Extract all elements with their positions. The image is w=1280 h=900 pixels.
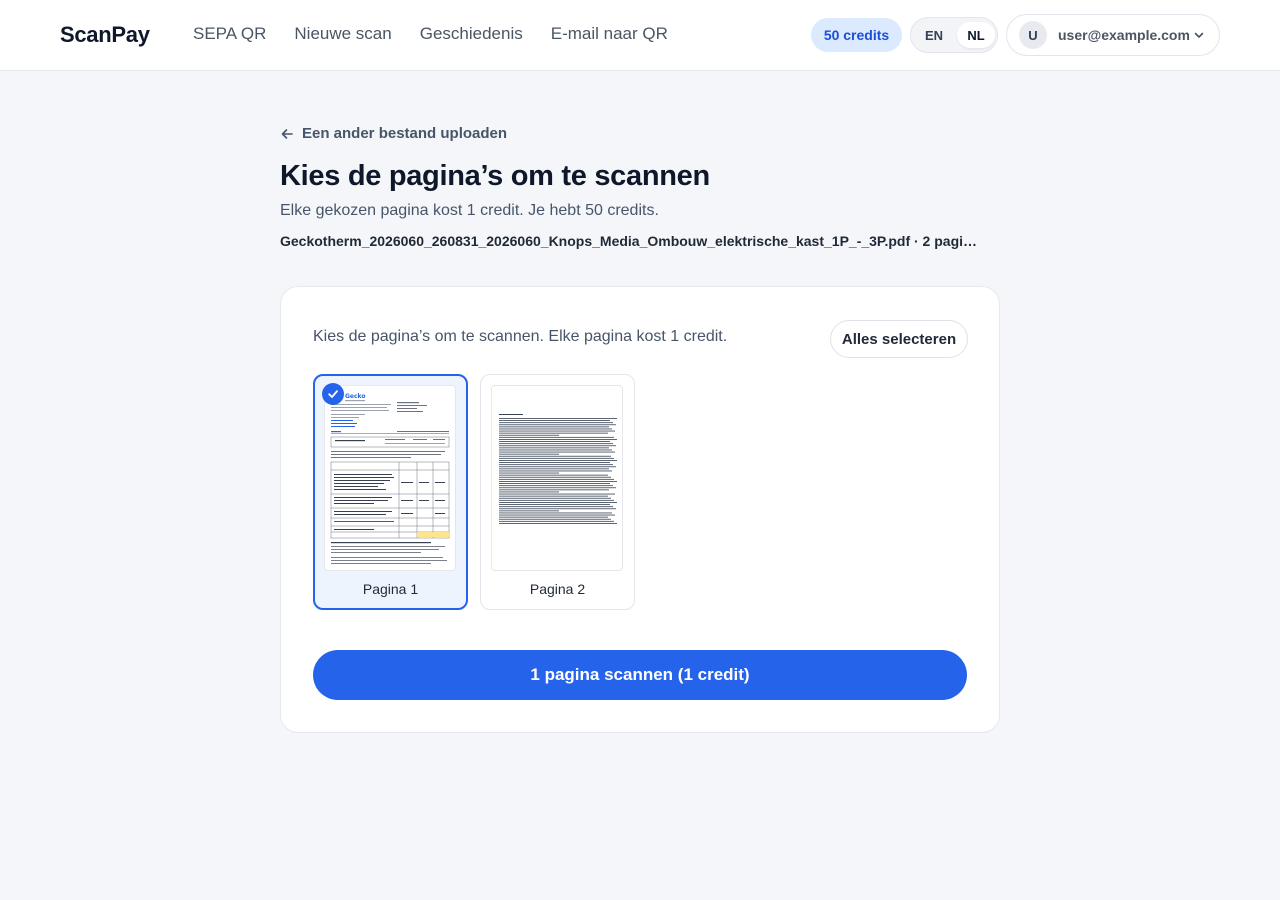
svg-text:Gecko: Gecko — [345, 393, 366, 400]
user-menu-button[interactable]: U user@example.com — [1006, 14, 1220, 56]
page-title: Kies de pagina’s om te scannen — [280, 160, 710, 192]
page-thumbnail-2 — [491, 385, 623, 571]
nav-email-to-qr[interactable]: E-mail naar QR — [551, 24, 668, 44]
avatar: U — [1019, 21, 1047, 49]
app-logo[interactable]: ScanPay — [60, 22, 150, 48]
nav-history[interactable]: Geschiedenis — [420, 24, 523, 44]
check-icon — [322, 383, 344, 405]
back-upload-link[interactable]: Een ander bestand uploaden — [280, 125, 507, 142]
language-option-nl[interactable]: NL — [957, 22, 995, 48]
nav-sepa-qr[interactable]: SEPA QR — [193, 24, 266, 44]
user-email: user@example.com — [1058, 27, 1190, 43]
chevron-down-icon — [1194, 32, 1204, 38]
page-label-1: Pagina 1 — [362, 581, 419, 597]
card-instructions: Kies de pagina’s om te scannen. Elke pag… — [313, 328, 728, 345]
page-selection-card: Kies de pagina’s om te scannen. Elke pag… — [280, 286, 1000, 733]
scan-pages-button[interactable]: 1 pagina scannen (1 credit) — [313, 650, 967, 700]
page-label-2: Pagina 2 — [529, 581, 586, 597]
arrow-left-icon — [281, 128, 293, 139]
top-navigation-bar: ScanPay SEPA QR Nieuwe scan Geschiedenis… — [0, 0, 1280, 71]
page-tile-2[interactable]: Pagina 2 — [480, 374, 635, 610]
page-thumbnail-1: Gecko — [324, 385, 456, 571]
main-nav: SEPA QR Nieuwe scan Geschiedenis E-mail … — [193, 24, 668, 44]
credits-badge[interactable]: 50 credits — [811, 18, 902, 52]
back-upload-label: Een ander bestand uploaden — [302, 125, 508, 142]
file-name: Geckotherm_2026060_260831_2026060_Knops_… — [280, 233, 978, 249]
language-switcher: EN NL — [910, 17, 998, 53]
page-tile-1[interactable]: Gecko Pagina 1 — [313, 374, 468, 610]
select-all-button[interactable]: Alles selecteren — [830, 320, 968, 358]
language-option-en[interactable]: EN — [915, 22, 953, 48]
nav-new-scan[interactable]: Nieuwe scan — [294, 24, 391, 44]
page-subtitle: Elke gekozen pagina kost 1 credit. Je he… — [280, 202, 659, 219]
